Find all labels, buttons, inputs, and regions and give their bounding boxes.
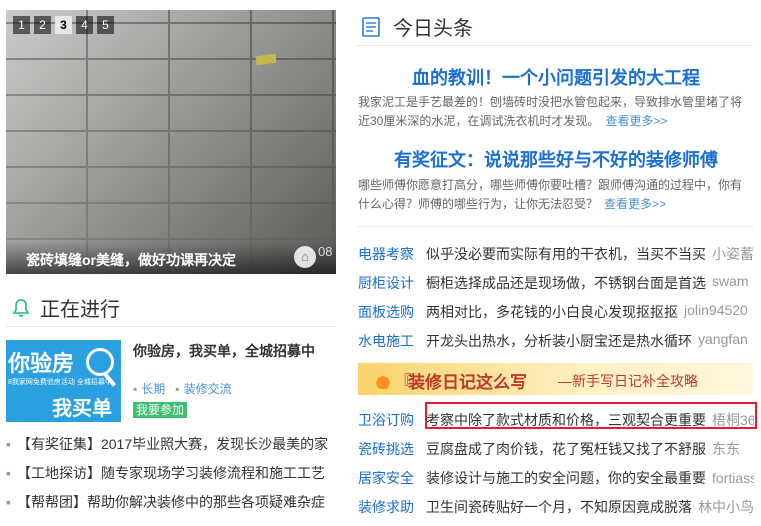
bell-icon [12, 298, 30, 317]
headlines-title: 今日头条 [393, 18, 473, 40]
headline-1-more-link[interactable]: 查看更多>> [605, 114, 667, 128]
list-item[interactable]: ▪ 【有奖征集】2017毕业照大赛，发现长沙最美的家 [6, 434, 336, 463]
list-item-text[interactable]: 【工地探访】随专家现场学习装修流程和施工工艺 [17, 465, 325, 481]
news-list: 电器考察 似乎没必要而实际有用的干衣机，当买不当买 小姿蓄 厨柜设计 橱柜选择成品还是… [358, 244, 754, 360]
headline-2-desc: 哪些师傅你愿意打高分，哪些师傅你要吐槽？跟师傅沟通的过程中，你有什么心得？师傅的… [358, 176, 750, 214]
slider-caption[interactable]: 瓷砖填缝or美缝，做好功课再决定 [6, 242, 336, 274]
slider-page-5[interactable]: 5 [97, 16, 114, 34]
promo-image-text-top: 你验房 [8, 351, 75, 376]
slider-page-4[interactable]: 4 [76, 16, 93, 34]
ongoing-list: ▪ 【有奖征集】2017毕业照大赛，发现长沙最美的家 ▪ 【工地探访】随专家现场学习… [6, 434, 336, 521]
promo-category[interactable]: 装修交流 [184, 382, 232, 396]
featured-slider[interactable]: 1 2 3 4 5 瓷砖填缝or美缝，做好功课再决定 ⌂ 08 [6, 10, 336, 274]
category-link[interactable]: 电器考察 [358, 244, 426, 273]
category-link[interactable]: 面板选购 [358, 302, 426, 331]
author-link[interactable]: yangfan [698, 331, 748, 360]
headlines-header: 今日头条 [361, 12, 473, 41]
headline-2-title[interactable]: 有奖征文：说说那些好与不好的装修师傅 [356, 146, 756, 172]
category-link[interactable]: 厨柜设计 [358, 273, 426, 302]
home-icon: ⌂ [294, 246, 316, 268]
headline-1-desc-text: 我家泥工是手艺最差的！刨墙砖时没把水管包起来，导致排水管里堵了将近30厘米深的水… [358, 95, 743, 128]
article-link[interactable]: 似乎没必要而实际有用的干衣机，当买不当买 [426, 244, 706, 273]
headline-2-more-link[interactable]: 查看更多>> [604, 197, 666, 211]
article-link[interactable]: 装修设计与施工的安全问题，你的安全最重要 [426, 468, 706, 488]
category-link[interactable]: 水电施工 [358, 331, 426, 360]
list-item: 电器考察 似乎没必要而实际有用的干衣机，当买不当买 小姿蓄 [358, 244, 754, 273]
slider-page-2[interactable]: 2 [34, 16, 51, 34]
category-link[interactable]: 卫浴订购 [358, 410, 426, 430]
article-link[interactable]: 卫生间瓷砖贴好一个月，不知原因竟成脱落 [426, 497, 692, 517]
bullet: ▪ [133, 382, 138, 396]
list-item[interactable]: ▪ 【帮帮团】帮助你解决装修中的那些各项疑难杂症 [6, 492, 336, 521]
list-item: 卫浴订购 考察中除了款式材质和价格，三观契合更重要 梧桐36 [358, 405, 754, 434]
category-link[interactable]: 居家安全 [358, 468, 426, 488]
list-item: 厨柜设计 橱柜选择成品还是现场做，不锈钢台面是首选 swam [358, 273, 754, 302]
author-link[interactable]: 小姿蓄 [712, 244, 754, 273]
diary-banner[interactable]: 『 装修日记这么写 —新手写日记补全攻略 [358, 363, 753, 395]
slider-image-shade [6, 10, 336, 274]
author-link[interactable]: 林中小鸟 [698, 497, 754, 517]
article-link[interactable]: 考察中除了款式材质和价格，三观契合更重要 [426, 410, 706, 430]
slider-page-1[interactable]: 1 [13, 16, 30, 34]
bullet: ▪ [6, 494, 11, 510]
list-item: 居家安全 装修设计与施工的安全问题，你的安全最重要 fortiass [358, 463, 754, 492]
bullet: ▪ [175, 382, 180, 396]
join-button[interactable]: 我要参加 [133, 402, 188, 418]
list-item: 面板选购 两相对比，多花钱的小白良心发现抠抠抠 jolin94520 [358, 302, 754, 331]
promo-image-text-small: 8我家网免费验房活动 全城招募中 [8, 379, 112, 386]
list-item: 装修求助 卫生间瓷砖贴好一个月，不知原因竟成脱落 林中小鸟 [358, 492, 754, 521]
slider-pager: 1 2 3 4 5 [13, 16, 114, 34]
divider [356, 226, 753, 227]
watermark-text: 08 [318, 244, 333, 259]
divider [356, 45, 753, 46]
author-link[interactable]: 梧桐36 [712, 410, 754, 430]
diary-banner-title: 装修日记这么写 [408, 373, 527, 392]
watermark: ⌂ 08 [294, 244, 336, 270]
category-link[interactable]: 瓷砖挑选 [358, 439, 426, 459]
article-link[interactable]: 橱柜选择成品还是现场做，不锈钢台面是首选 [426, 273, 706, 302]
promo-meta: ▪ 长期 ▪ 装修交流 [133, 380, 232, 397]
magnifier-icon [86, 348, 114, 376]
newspaper-icon [362, 16, 380, 37]
author-link[interactable]: swam [712, 273, 749, 302]
bullet: ▪ [6, 465, 11, 481]
divider [6, 326, 336, 327]
headline-1-title[interactable]: 血的教训！一个小问题引发的大工程 [356, 64, 756, 90]
promo-duration: 长期 [141, 382, 166, 396]
ongoing-header: 正在进行 [12, 293, 120, 322]
diary-banner-subtitle: —新手写日记补全攻略 [558, 373, 698, 389]
flame-icon [370, 369, 396, 389]
promo-image[interactable]: 你验房 8我家网免费验房活动 全城招募中 我买单 [6, 340, 121, 422]
article-link[interactable]: 豆腐盘成了肉价钱，花了冤枉钱又找了不舒服 [426, 439, 706, 459]
list-item-text[interactable]: 【帮帮团】帮助你解决装修中的那些各项疑难杂症 [17, 494, 325, 510]
headline-2-desc-text: 哪些师傅你愿意打高分，哪些师傅你要吐槽？跟师傅沟通的过程中，你有什么心得？师傅的… [358, 178, 743, 211]
author-link[interactable]: 东东 [712, 439, 740, 459]
diary-list: 卫浴订购 考察中除了款式材质和价格，三观契合更重要 梧桐36 瓷砖挑选 豆腐盘成了肉价… [358, 405, 754, 521]
promo-title-link[interactable]: 你验房，我买单，全城招募中 [133, 341, 315, 361]
bullet: ▪ [6, 436, 11, 452]
list-item: 瓷砖挑选 豆腐盘成了肉价钱，花了冤枉钱又找了不舒服 东东 [358, 434, 754, 463]
list-item-text[interactable]: 【有奖征集】2017毕业照大赛，发现长沙最美的家 [17, 436, 328, 452]
list-item: 水电施工 开龙头出热水，分析装小厨宝还是热水循环 yangfan [358, 331, 754, 360]
article-link[interactable]: 开龙头出热水，分析装小厨宝还是热水循环 [426, 331, 692, 360]
promo-image-text-bottom: 我买单 [52, 398, 112, 420]
author-link[interactable]: jolin94520 [684, 302, 748, 331]
headline-1-desc: 我家泥工是手艺最差的！刨墙砖时没把水管包起来，导致排水管里堵了将近30厘米深的水… [358, 93, 750, 131]
list-item[interactable]: ▪ 【工地探访】随专家现场学习装修流程和施工工艺 [6, 463, 336, 492]
article-link[interactable]: 两相对比，多花钱的小白良心发现抠抠抠 [426, 302, 678, 331]
ongoing-title: 正在进行 [40, 299, 120, 321]
category-link[interactable]: 装修求助 [358, 497, 426, 517]
slider-page-3[interactable]: 3 [55, 16, 72, 34]
author-link[interactable]: fortiass [712, 470, 754, 486]
